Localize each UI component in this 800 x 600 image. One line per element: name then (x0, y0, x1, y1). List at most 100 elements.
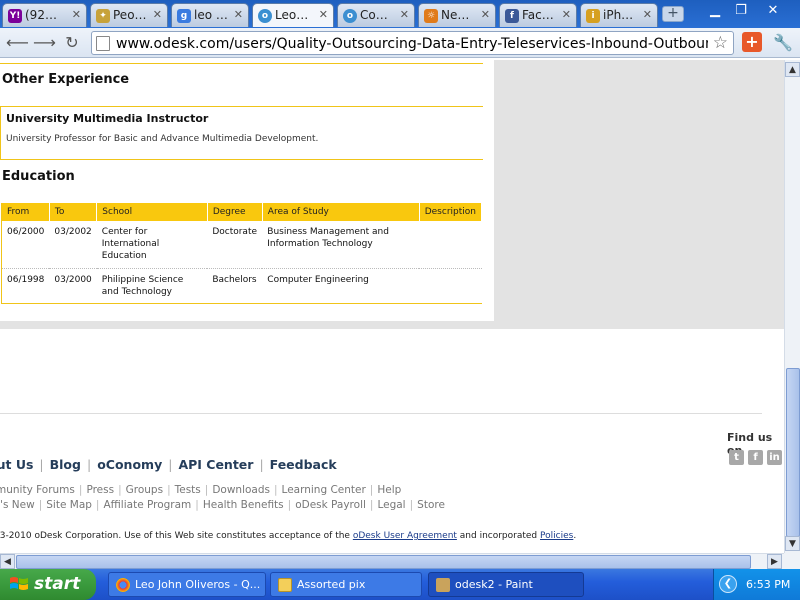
table-row: 06/2000 03/2002 Center for International… (1, 221, 482, 269)
cell-school: Center for International Education (96, 221, 208, 269)
windows-logo-icon (10, 577, 28, 590)
wrench-icon[interactable]: 🔧 (773, 33, 793, 52)
cell-to: 03/2000 (49, 268, 97, 304)
back-arrow-icon[interactable]: ⟵ (6, 33, 29, 53)
start-label: start (34, 574, 81, 594)
twitter-icon[interactable]: t (729, 450, 744, 465)
footer-link-legal[interactable]: Legal (377, 499, 405, 511)
taskbar-item-folder[interactable]: Assorted pix (270, 572, 422, 597)
taskbar-item-label: odesk2 - Paint (455, 578, 533, 591)
restore-button[interactable]: ❐ (730, 2, 752, 20)
footer-link-api-center[interactable]: API Center (178, 457, 253, 472)
tab-news[interactable]: ☼ Ne… ✕ (418, 3, 496, 27)
taskbar-item-chrome[interactable]: Leo John Oliveros - Q... (108, 572, 266, 597)
tab-odesk[interactable]: o Co… ✕ (337, 3, 415, 27)
odesk-icon: o (343, 9, 357, 23)
browser-toolbar: ⟵ ⟶ ↻ www.odesk.com/users/Quality-Outsou… (0, 28, 800, 58)
page-viewport: Other Experience University Multimedia I… (0, 60, 784, 553)
vertical-scrollbar[interactable]: ▲ ▼ (784, 60, 800, 553)
facebook-icon[interactable]: f (748, 450, 763, 465)
close-icon[interactable]: ✕ (153, 8, 162, 21)
tab-people[interactable]: ✦ Peo… ✕ (90, 3, 168, 27)
user-agreement-link[interactable]: oDesk User Agreement (353, 531, 457, 541)
taskbar-item-label: Leo John Oliveros - Q... (135, 578, 261, 591)
cell-school: Philippine Science and Technology (96, 268, 208, 304)
odesk-icon: o (258, 9, 272, 23)
footer-link-learning-center[interactable]: Learning Center (282, 484, 366, 496)
tab-yahoo[interactable]: Y! (92… ✕ (2, 3, 87, 27)
table-row: 06/1998 03/2000 Philippine Science and T… (1, 268, 482, 304)
footer-link-community-forums[interactable]: munity Forums (0, 484, 75, 496)
taskbar-item-label: Assorted pix (297, 578, 366, 591)
chevron-left-icon[interactable]: ❮ (719, 575, 737, 593)
footer-link-whats-new[interactable]: t's New (0, 499, 35, 511)
footer-link-store[interactable]: Store (417, 499, 445, 511)
scroll-left-arrow-icon[interactable]: ◀ (0, 554, 15, 569)
footer-link-help[interactable]: Help (377, 484, 401, 496)
footer-link-health-benefits[interactable]: Health Benefits (203, 499, 284, 511)
other-experience-heading: Other Experience (2, 72, 130, 87)
experience-title: University Multimedia Instructor (6, 112, 209, 125)
reload-icon[interactable]: ↻ (62, 33, 82, 53)
column-header-from: From (1, 203, 50, 221)
copyright-text: 03-2010 oDesk Corporation. Use of this W… (0, 531, 576, 541)
cell-from: 06/1998 (1, 268, 50, 304)
tab-label: Peo… (113, 8, 147, 22)
footer-link-groups[interactable]: Groups (126, 484, 163, 496)
footer-link-downloads[interactable]: Downloads (212, 484, 270, 496)
footer-link-press[interactable]: Press (86, 484, 114, 496)
close-icon[interactable]: ✕ (481, 8, 490, 21)
tab-label: Fac… (522, 8, 554, 22)
column-header-to: To (49, 203, 98, 221)
tab-iphone[interactable]: i iPh… ✕ (580, 3, 658, 27)
close-icon[interactable]: ✕ (319, 8, 328, 21)
address-bar[interactable]: www.odesk.com/users/Quality-Outsourcing-… (91, 31, 734, 55)
copyright-suffix: . (573, 531, 577, 541)
bookmark-star-icon[interactable]: ☆ (713, 33, 728, 53)
horizontal-scroll-thumb[interactable] (16, 555, 751, 569)
linkedin-icon[interactable]: in (767, 450, 782, 465)
news-icon: ☼ (424, 9, 438, 23)
cell-description (419, 268, 482, 304)
url-text[interactable]: www.odesk.com/users/Quality-Outsourcing-… (116, 36, 708, 52)
vertical-scroll-thumb[interactable] (786, 368, 800, 537)
tab-odesk-active[interactable]: o Leo… ✕ (252, 3, 334, 27)
new-tab-button[interactable]: + (662, 6, 684, 22)
footer-link-oconomy[interactable]: oConomy (97, 457, 162, 472)
footer-link-affiliate-program[interactable]: Affiliate Program (103, 499, 191, 511)
cell-degree: Doctorate (207, 221, 263, 269)
copyright-prefix: 03-2010 oDesk Corporation. Use of this W… (0, 531, 353, 541)
scroll-right-arrow-icon[interactable]: ▶ (767, 554, 782, 569)
taskbar-item-paint[interactable]: odesk2 - Paint (428, 572, 584, 597)
horizontal-scrollbar[interactable]: ◀ ▶ (0, 553, 784, 569)
window-close-button[interactable]: ✕ (762, 2, 784, 20)
close-icon[interactable]: ✕ (234, 8, 243, 21)
paint-icon (436, 578, 450, 592)
footer-link-tests[interactable]: Tests (175, 484, 201, 496)
footer-link-feedback[interactable]: Feedback (270, 457, 337, 472)
tab-facebook[interactable]: f Fac… ✕ (499, 3, 577, 27)
tab-label: Co… (360, 8, 388, 22)
footer-link-blog[interactable]: Blog (50, 457, 81, 472)
extension-plus-icon[interactable]: + (742, 32, 762, 52)
start-button[interactable]: start (0, 569, 96, 600)
footer-link-site-map[interactable]: Site Map (46, 499, 92, 511)
tab-google[interactable]: g leo … ✕ (171, 3, 249, 27)
footer-link-odesk-payroll[interactable]: oDesk Payroll (295, 499, 366, 511)
close-icon[interactable]: ✕ (72, 8, 81, 21)
scroll-down-arrow-icon[interactable]: ▼ (785, 536, 800, 551)
policies-link[interactable]: Policies (540, 531, 573, 541)
tab-label: iPh… (603, 8, 634, 22)
scroll-up-arrow-icon[interactable]: ▲ (785, 62, 800, 77)
close-icon[interactable]: ✕ (643, 8, 652, 21)
cell-to: 03/2002 (49, 221, 97, 269)
close-icon[interactable]: ✕ (562, 8, 571, 21)
cell-area-of-study: Computer Engineering (262, 268, 420, 304)
page-icon (96, 36, 110, 51)
minimize-button[interactable]: ▁ (704, 2, 726, 20)
forward-arrow-icon[interactable]: ⟶ (33, 33, 56, 53)
footer-link-about-us[interactable]: out Us (0, 457, 33, 472)
divider (0, 63, 483, 64)
close-icon[interactable]: ✕ (400, 8, 409, 21)
table-header-row: From To School Degree Area of Study Desc… (1, 203, 483, 221)
